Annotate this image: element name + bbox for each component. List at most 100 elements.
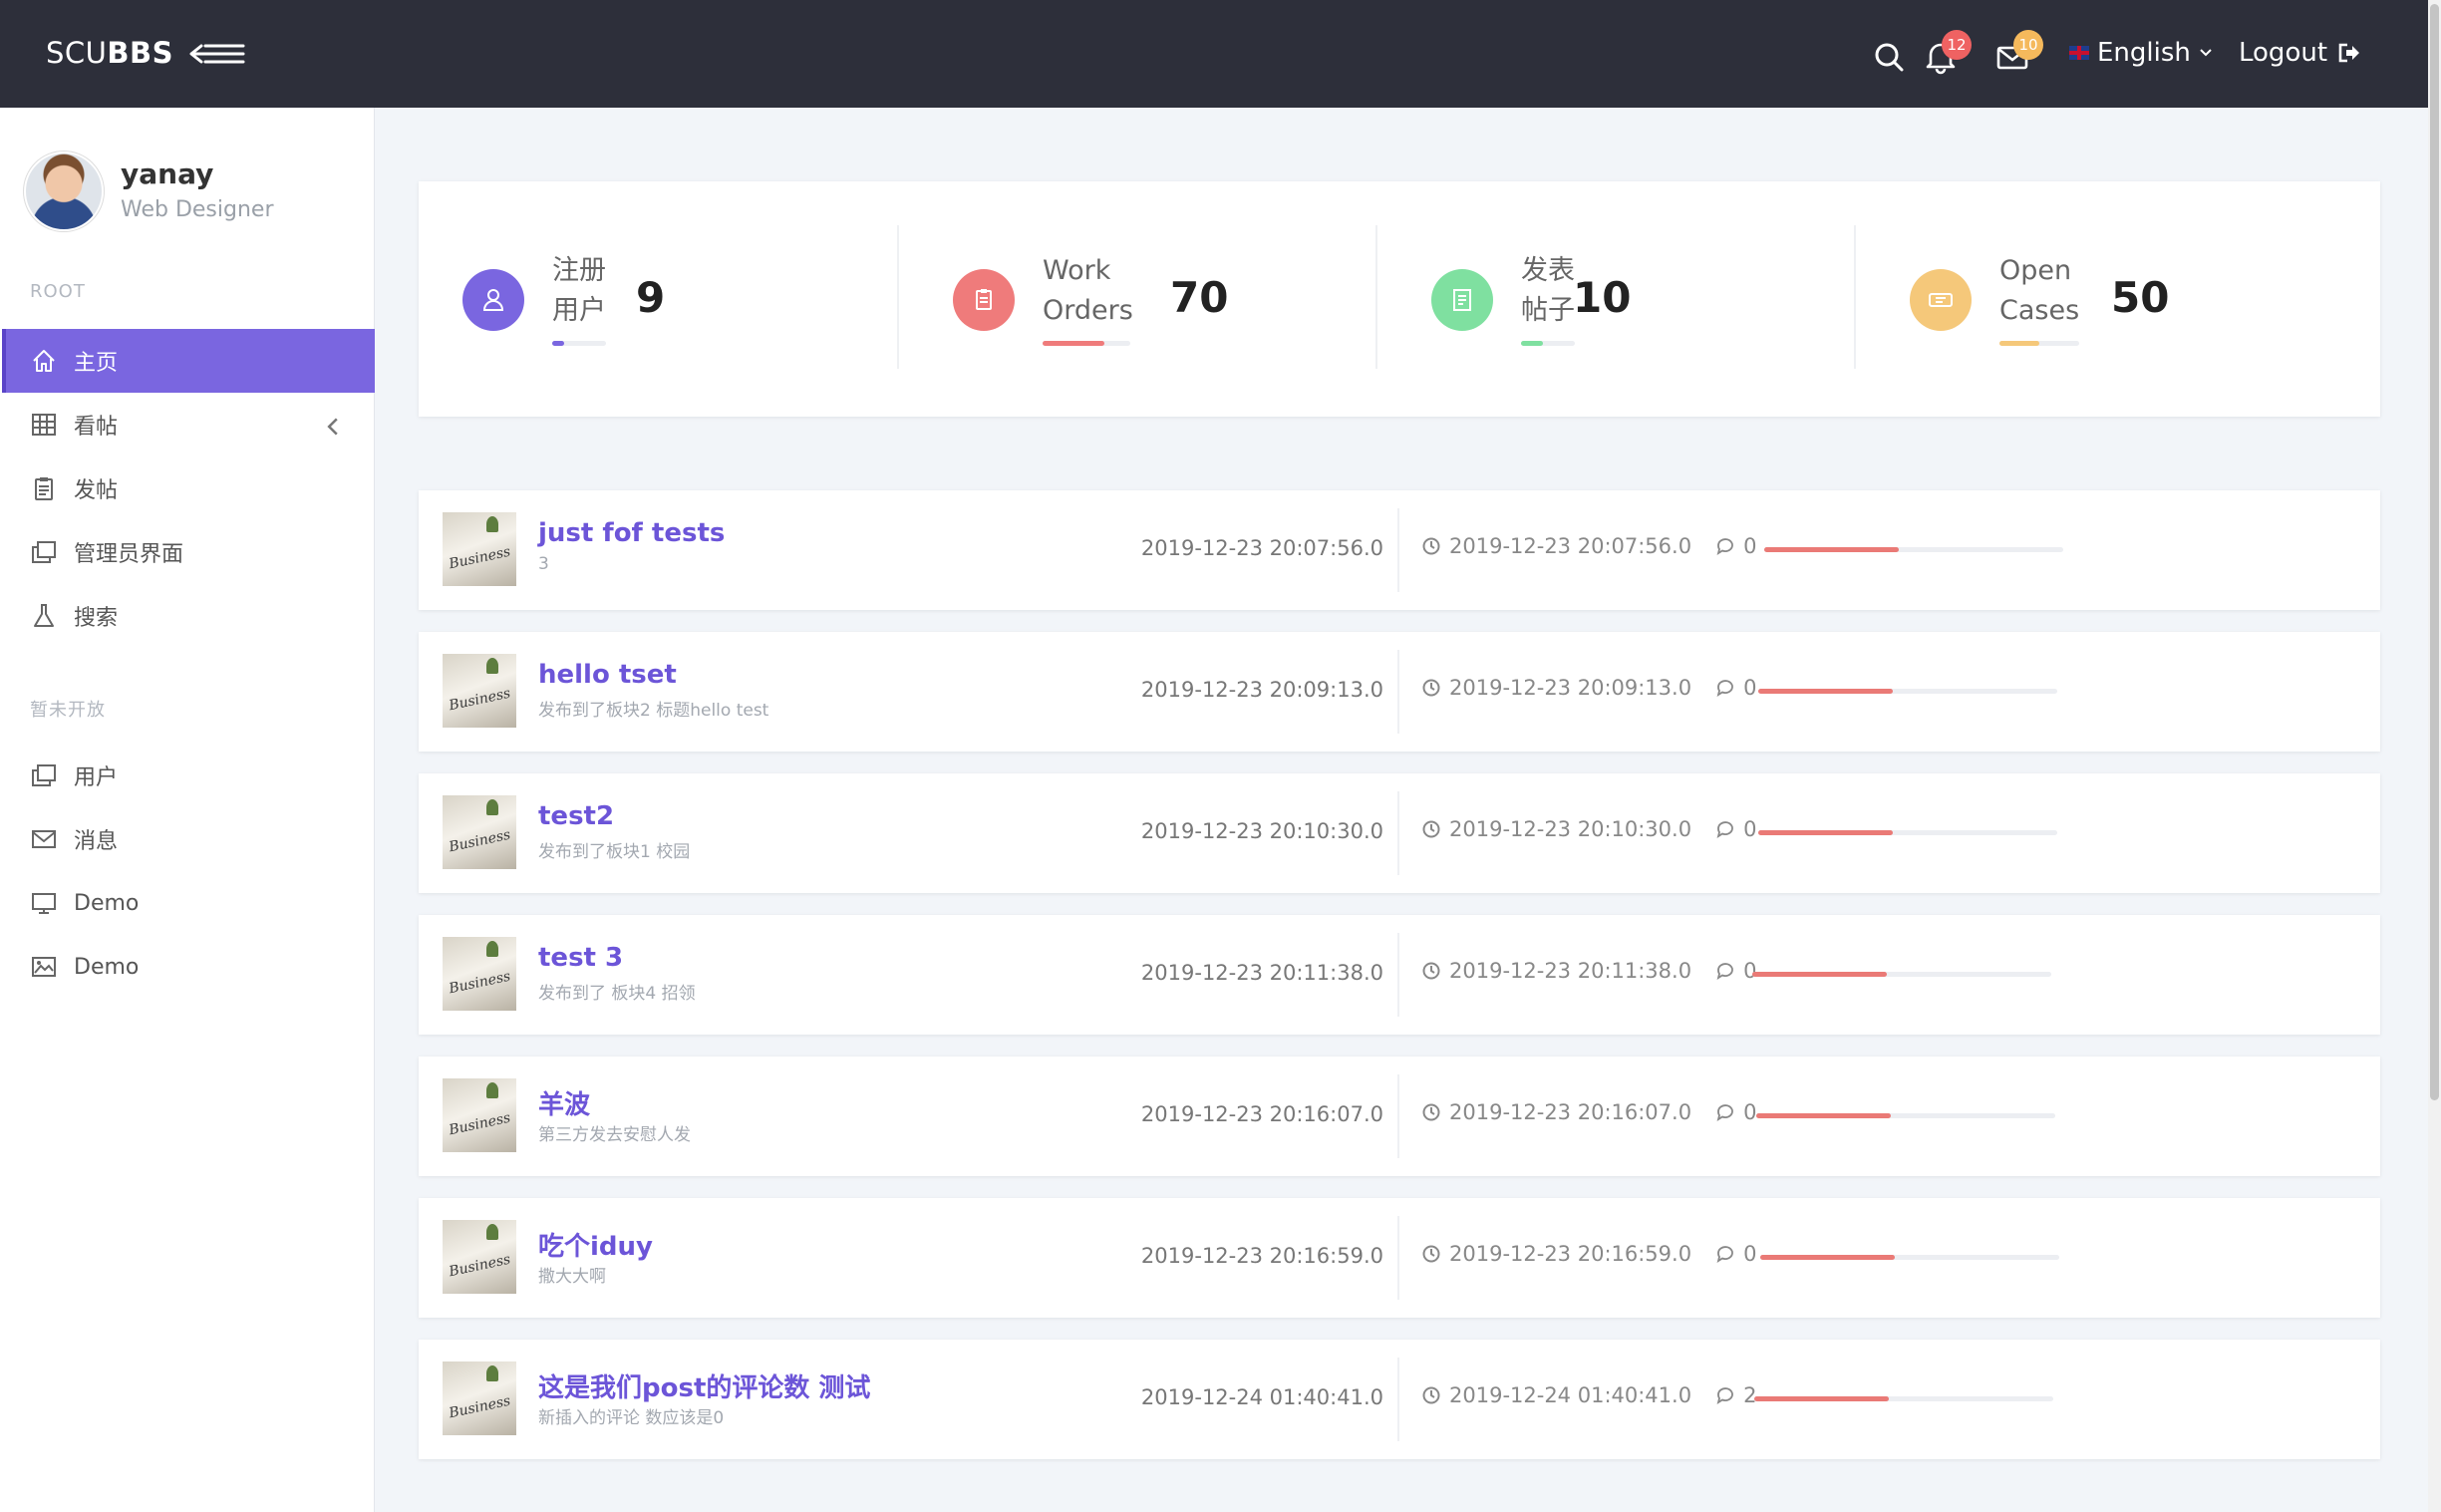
comment-count: 0 [1743, 676, 1757, 700]
post-row[interactable]: Business test 3 发布到了 板块4 招领 2019-12-23 20:1… [419, 915, 2380, 1035]
stat-progress-bar [552, 341, 606, 346]
comment-icon [1716, 538, 1733, 555]
sidebar-item-view-posts[interactable]: 看帖 [2, 393, 375, 456]
brand-logo[interactable]: SCUBBS [46, 36, 173, 70]
mail-icon [32, 830, 56, 848]
comment-icon [1716, 1387, 1733, 1404]
sidebar-item-label: 用户 [74, 765, 119, 790]
section-label-root: ROOT [30, 281, 86, 302]
post-divider [1397, 791, 1399, 875]
thumbnail-text: Business [448, 543, 512, 573]
stat-progress-bar [1043, 341, 1130, 346]
stat-value: 50 [2111, 273, 2170, 322]
post-progress-fill [1758, 830, 1893, 835]
post-progress-bar [1764, 547, 2063, 552]
sidebar-item-label: 主页 [74, 351, 119, 376]
thumbnail-text: Business [448, 1109, 512, 1139]
post-row[interactable]: Business hello tset 发布到了板块2 标题hello test 20… [419, 632, 2380, 752]
post-progress-bar [1758, 830, 2057, 835]
plant-decoration [486, 1365, 498, 1381]
post-meta-date: 2019-12-23 20:10:30.0 [1449, 817, 1692, 841]
plant-decoration [486, 658, 498, 674]
sidebar-item-messages[interactable]: 消息 [2, 807, 375, 871]
post-subtitle: 第三方发去安慰人发 [538, 1125, 691, 1145]
logout-label: Logout [2239, 38, 2328, 68]
sign-out-icon [2338, 43, 2360, 63]
post-title[interactable]: test2 [538, 801, 614, 831]
post-divider [1397, 1358, 1399, 1441]
chevron-down-icon [2200, 49, 2212, 57]
comment-count: 0 [1743, 817, 1757, 841]
sidebar-item-label: 管理员界面 [74, 542, 184, 567]
stat-progress-bar [1521, 341, 1575, 346]
post-progress-fill [1758, 689, 1893, 694]
user-profile[interactable]: yanay Web Designer [24, 151, 353, 241]
post-row[interactable]: Business 羊波第三方发去安慰人发 2019-12-23 20:16:07.0… [419, 1057, 2380, 1176]
stat-label: 发表 帖子 [1521, 255, 1575, 326]
post-row[interactable]: Business 吃个iduy 撒大大啊 2019-12-23 20:16:59.0 2… [419, 1198, 2380, 1318]
post-thumbnail[interactable]: Business [443, 654, 516, 728]
plant-decoration [486, 941, 498, 957]
windows-icon [32, 541, 56, 563]
post-title[interactable]: test 3 [538, 943, 623, 973]
thumbnail-text: Business [448, 826, 512, 856]
stat-value: 10 [1573, 273, 1632, 322]
sidebar-item-admin[interactable]: 管理员界面 [2, 520, 375, 584]
sidebar-item-label: Demo [74, 954, 140, 980]
logout-button[interactable]: Logout [2239, 38, 2361, 68]
sidebar-item-label: 看帖 [74, 415, 119, 440]
menu-toggle-icon[interactable] [189, 40, 245, 68]
scrollbar-thumb[interactable] [2430, 4, 2439, 1100]
post-row[interactable]: Business 这是我们post的评论数 测试 新插入的评论 数应该是0 2019-… [419, 1340, 2380, 1459]
post-meta: 2019-12-23 20:10:30.0 0 [1421, 817, 1756, 841]
post-subtitle: 发布到了板块2 标题hello test [538, 701, 769, 721]
thumbnail-text: Business [448, 685, 512, 715]
post-row[interactable]: Business test2 发布到了板块1 校园 2019-12-23 20:10:… [419, 773, 2380, 893]
stat-work-orders: Work Orders 70 [909, 181, 1387, 417]
sidebar-item-users[interactable]: 用户 [2, 744, 375, 807]
image-icon [32, 957, 56, 977]
clipboard-icon [35, 477, 53, 500]
stat-registered-users: 注册 用户 9 [419, 181, 897, 417]
post-row[interactable]: Business just fof tests 3 2019-12-23 20:07:… [419, 490, 2380, 610]
post-title[interactable]: 羊波 [538, 1084, 590, 1121]
windows-icon [32, 764, 56, 786]
post-title[interactable]: just fof tests [538, 518, 725, 548]
clock-icon [1422, 1386, 1440, 1404]
post-title[interactable]: 这是我们post的评论数 测试 [538, 1367, 870, 1404]
clock-icon [1422, 1245, 1440, 1263]
post-title[interactable]: hello tset [538, 660, 677, 690]
post-thumbnail[interactable]: Business [443, 795, 516, 869]
thumbnail-text: Business [448, 1251, 512, 1281]
search-icon[interactable] [1870, 38, 1908, 76]
post-meta-date: 2019-12-23 20:11:38.0 [1449, 959, 1692, 983]
sidebar-item-demo-1[interactable]: Demo [2, 871, 375, 935]
post-thumbnail[interactable]: Business [443, 1078, 516, 1152]
post-title[interactable]: 吃个iduy [538, 1226, 653, 1263]
message-count-badge: 10 [2013, 30, 2043, 60]
thumbnail-text: Business [448, 1392, 512, 1422]
sidebar-item-search[interactable]: 搜索 [2, 584, 375, 648]
post-progress-fill [1764, 547, 1899, 552]
avatar[interactable] [24, 151, 104, 231]
top-navbar: SCUBBS 12 10 English Logout [0, 0, 2428, 108]
language-dropdown[interactable]: English [2069, 38, 2213, 68]
post-thumbnail[interactable]: Business [443, 512, 516, 586]
sidebar-item-new-post[interactable]: 发帖 [2, 456, 375, 520]
post-thumbnail[interactable]: Business [443, 1361, 516, 1435]
sidebar-item-demo-2[interactable]: Demo [2, 935, 375, 999]
plant-decoration [486, 1082, 498, 1098]
home-icon [33, 350, 55, 372]
page-scrollbar[interactable] [2428, 0, 2441, 1512]
thumbnail-text: Business [448, 968, 512, 998]
stat-icon-circle [1910, 269, 1972, 331]
clock-icon [1422, 1103, 1440, 1121]
sidebar-item-home[interactable]: 主页 [2, 329, 375, 393]
post-date: 2019-12-23 20:07:56.0 [1140, 536, 1383, 560]
post-meta-date: 2019-12-23 20:16:07.0 [1449, 1100, 1692, 1124]
post-thumbnail[interactable]: Business [443, 1220, 516, 1294]
stat-progress-fill [1999, 341, 2039, 346]
post-thumbnail[interactable]: Business [443, 937, 516, 1011]
post-meta-date: 2019-12-23 20:16:59.0 [1449, 1242, 1692, 1266]
stat-progress-fill [1521, 341, 1543, 346]
